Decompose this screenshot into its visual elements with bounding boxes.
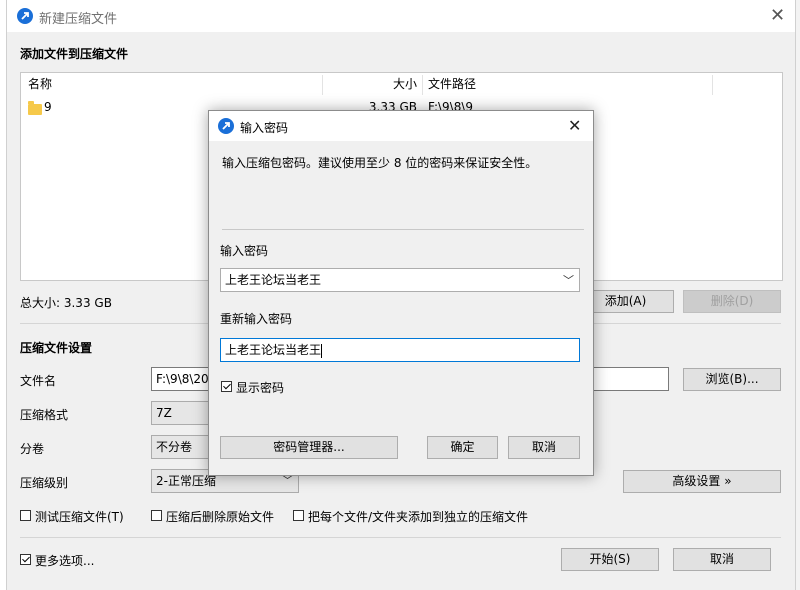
- show-password-label[interactable]: 显示密码: [236, 379, 284, 396]
- dialog-cancel-button[interactable]: 取消: [508, 436, 580, 459]
- split-select-value: 不分卷: [156, 440, 193, 454]
- show-password-checkbox[interactable]: [221, 381, 232, 392]
- password-input-value: 上老王论坛当老王: [225, 273, 322, 287]
- dialog-description: 输入压缩包密码。建议使用至少 8 位的密码来保证安全性。: [222, 156, 538, 170]
- format-select-value: 7Z: [156, 406, 172, 420]
- password-input[interactable]: 上老王论坛当老王 ﹀: [220, 268, 580, 292]
- delete-after-checkbox[interactable]: [151, 510, 162, 521]
- browse-button[interactable]: 浏览(B)...: [683, 368, 781, 391]
- text-cursor: [321, 343, 323, 358]
- title-bar: 新建压缩文件 ✕: [7, 0, 795, 32]
- test-archive-checkbox[interactable]: [20, 510, 31, 521]
- column-divider[interactable]: [712, 75, 713, 95]
- delete-after-label[interactable]: 压缩后删除原始文件: [166, 508, 274, 525]
- add-files-heading: 添加文件到压缩文件: [20, 47, 129, 61]
- more-options-label[interactable]: 更多选项...: [35, 552, 94, 569]
- app-logo-icon: [17, 8, 33, 24]
- filename-label: 文件名: [20, 374, 57, 388]
- divider: [222, 229, 584, 230]
- total-size: 总大小: 3.33 GB: [20, 296, 112, 310]
- ok-button[interactable]: 确定: [427, 436, 498, 459]
- column-divider[interactable]: [422, 75, 423, 95]
- password-label: 输入密码: [220, 244, 269, 258]
- level-select-value: 2-正常压缩: [156, 474, 216, 488]
- password-manager-button[interactable]: 密码管理器...: [220, 436, 398, 459]
- column-header-path[interactable]: 文件路径: [428, 73, 476, 95]
- advanced-settings-button[interactable]: 高级设置 »: [623, 470, 781, 493]
- settings-heading: 压缩文件设置: [20, 341, 93, 355]
- dialog-title-bar: 输入密码 ✕: [209, 111, 593, 141]
- separate-archives-label[interactable]: 把每个文件/文件夹添加到独立的压缩文件: [308, 508, 528, 525]
- dialog-title: 输入密码: [240, 121, 289, 135]
- confirm-password-value: 上老王论坛当老王: [225, 343, 322, 357]
- test-archive-label[interactable]: 测试压缩文件(T): [35, 508, 124, 525]
- folder-icon: [28, 101, 42, 115]
- confirm-password-label: 重新输入密码: [220, 312, 293, 326]
- password-dialog: 输入密码 ✕ 输入压缩包密码。建议使用至少 8 位的密码来保证安全性。 输入密码…: [208, 110, 594, 476]
- column-header-name[interactable]: 名称: [28, 73, 52, 95]
- cancel-button[interactable]: 取消: [673, 548, 771, 571]
- divider: [20, 537, 781, 538]
- start-button[interactable]: 开始(S): [561, 548, 659, 571]
- confirm-password-input[interactable]: 上老王论坛当老王: [220, 338, 580, 362]
- window-title: 新建压缩文件: [39, 12, 118, 27]
- column-header-size[interactable]: 大小: [321, 73, 417, 95]
- chevron-down-icon[interactable]: ﹀: [563, 270, 574, 291]
- close-icon[interactable]: ✕: [770, 7, 785, 25]
- app-logo-icon: [218, 118, 234, 134]
- level-label: 压缩级别: [20, 476, 69, 490]
- more-options-checkbox[interactable]: [20, 554, 31, 565]
- separate-archives-checkbox[interactable]: [293, 510, 304, 521]
- format-label: 压缩格式: [20, 408, 69, 422]
- delete-button[interactable]: 删除(D): [683, 290, 781, 313]
- split-label: 分卷: [20, 442, 45, 456]
- dialog-close-icon[interactable]: ✕: [568, 117, 581, 135]
- row-name: 9: [44, 100, 52, 114]
